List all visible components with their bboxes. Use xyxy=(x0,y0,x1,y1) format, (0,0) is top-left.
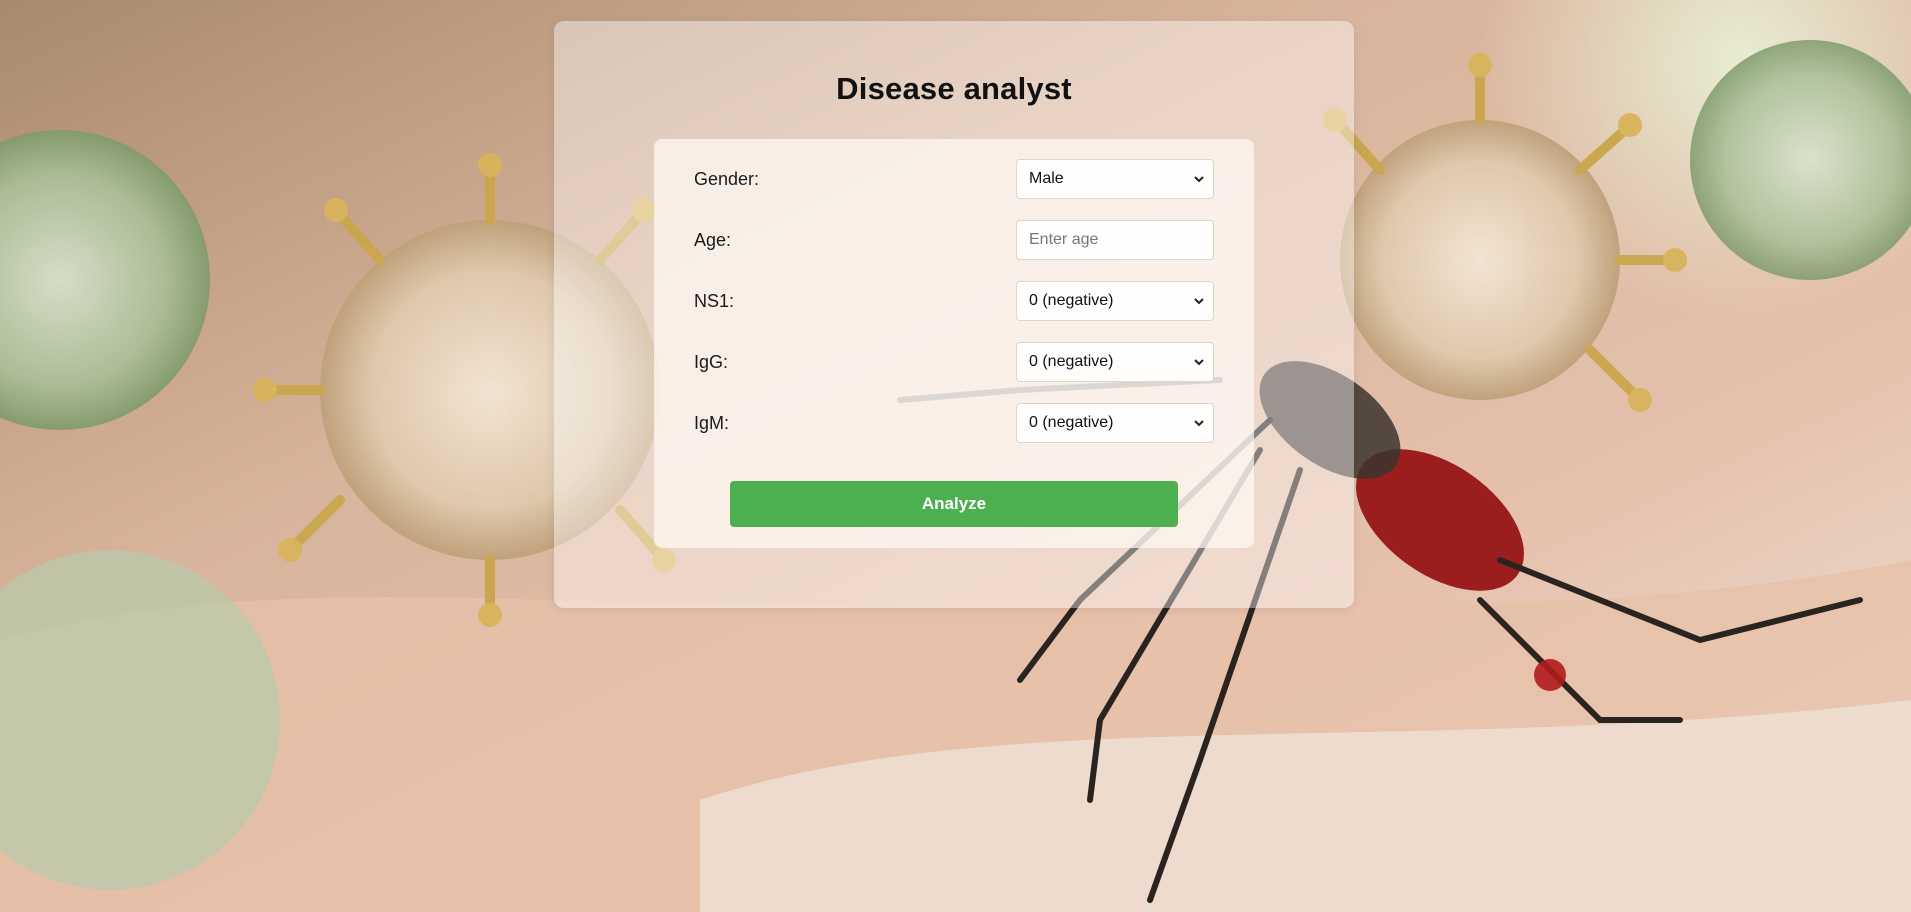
ns1-select-value: 0 (negative) xyxy=(1029,292,1114,309)
chevron-down-icon xyxy=(1194,176,1204,183)
gender-select-value: Male xyxy=(1029,170,1064,187)
gender-select[interactable]: Male xyxy=(1016,159,1214,199)
analysis-card: Disease analyst Gender: Male Age: Enter … xyxy=(554,21,1354,608)
gender-label: Gender: xyxy=(694,169,760,189)
analyze-button[interactable]: Analyze xyxy=(730,481,1178,527)
form-row-igm: IgM: 0 (negative) xyxy=(694,403,1214,443)
form-row-age: Age: Enter age xyxy=(694,220,1214,260)
igm-select-value: 0 (negative) xyxy=(1029,414,1114,431)
chevron-down-icon xyxy=(1194,420,1204,427)
igg-select-value: 0 (negative) xyxy=(1029,353,1114,370)
igg-select[interactable]: 0 (negative) xyxy=(1016,342,1214,382)
ns1-select[interactable]: 0 (negative) xyxy=(1016,281,1214,321)
ns1-label: NS1: xyxy=(694,291,735,311)
chevron-down-icon xyxy=(1194,359,1204,366)
form-row-igg: IgG: 0 (negative) xyxy=(694,342,1214,382)
form-row-ns1: NS1: 0 (negative) xyxy=(694,281,1214,321)
analysis-form: Gender: Male Age: Enter age NS1: 0 (nega… xyxy=(654,139,1254,548)
page: Disease analyst Gender: Male Age: Enter … xyxy=(0,0,1911,912)
age-input-placeholder: Enter age xyxy=(1029,231,1099,248)
form-row-gender: Gender: Male xyxy=(694,159,1214,199)
age-input[interactable]: Enter age xyxy=(1016,220,1214,260)
igm-select[interactable]: 0 (negative) xyxy=(1016,403,1214,443)
page-title: Disease analyst xyxy=(836,71,1072,106)
igm-label: IgM: xyxy=(694,413,730,433)
igg-label: IgG: xyxy=(694,352,729,372)
age-label: Age: xyxy=(694,230,732,250)
chevron-down-icon xyxy=(1194,298,1204,305)
